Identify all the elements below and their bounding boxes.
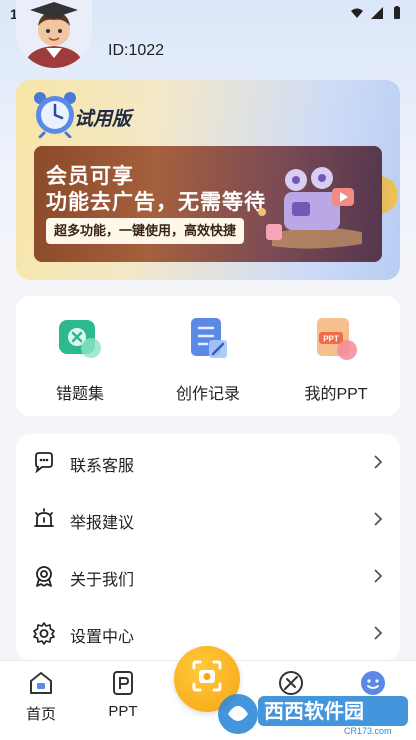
badge-icon	[36, 566, 52, 587]
promo-banner[interactable]: 会员可享 功能去广告，无需等待 超多功能，一键使用，高效快捷	[34, 146, 382, 262]
chat-bubble-icon	[35, 452, 53, 474]
svg-text:西西软件园: 西西软件园	[264, 699, 364, 723]
menu-label: 联系客服	[70, 458, 135, 475]
chevron-right-icon	[374, 626, 383, 640]
user-id: ID:1022	[108, 42, 165, 59]
chevron-right-icon	[374, 569, 383, 583]
battery-icon	[394, 6, 400, 19]
error-book-icon	[59, 320, 101, 358]
menu-card: 联系客服 举报建议 关于我们 设置中心	[16, 434, 400, 660]
menu-item-customer-service[interactable]: 联系客服	[16, 434, 400, 490]
home-icon	[30, 672, 52, 694]
menu-label: 关于我们	[70, 572, 135, 589]
features-card: 错题集 创作记录 PPT 我的PPT	[16, 296, 400, 416]
feature-label: 创作记录	[175, 386, 240, 403]
signal-icon	[371, 7, 383, 19]
alarm-icon	[34, 508, 54, 527]
ppt-icon	[113, 671, 133, 695]
alarm-clock-icon	[34, 92, 76, 138]
trial-title: 试用版	[74, 109, 132, 130]
tab-home[interactable]: 首页	[6, 669, 76, 729]
tab-ppt[interactable]: PPT	[88, 669, 158, 729]
menu-label: 设置中心	[70, 629, 135, 646]
promo-tag: 超多功能，一键使用，高效快捷	[46, 218, 245, 244]
svg-text:CR173.com: CR173.com	[344, 726, 392, 736]
feature-error-book[interactable]: 错题集	[16, 314, 144, 404]
promo-subtitle: 功能去广告，无需等待	[46, 191, 266, 214]
my-ppt-icon: PPT	[317, 318, 357, 360]
chevron-right-icon	[374, 512, 383, 526]
menu-item-about-us[interactable]: 关于我们	[16, 548, 400, 604]
menu-label: 举报建议	[70, 515, 135, 532]
tab-label: 首页	[25, 706, 56, 723]
feature-label: 我的PPT	[304, 386, 368, 403]
wifi-icon	[351, 8, 363, 18]
creation-record-icon	[191, 318, 227, 358]
chevron-right-icon	[374, 455, 383, 469]
projector-illustration	[258, 167, 362, 249]
svg-text:PPT: PPT	[323, 335, 339, 344]
tab-label: PPT	[108, 703, 138, 720]
feature-label: 错题集	[55, 386, 104, 403]
gear-icon	[33, 622, 55, 645]
feature-my-ppt[interactable]: PPT 我的PPT	[272, 314, 400, 404]
status-icons	[350, 6, 404, 20]
feature-creation-record[interactable]: 创作记录	[144, 314, 272, 404]
menu-item-report[interactable]: 举报建议	[16, 491, 400, 547]
watermark-logo: 西西软件园 CR173.com	[218, 694, 408, 736]
